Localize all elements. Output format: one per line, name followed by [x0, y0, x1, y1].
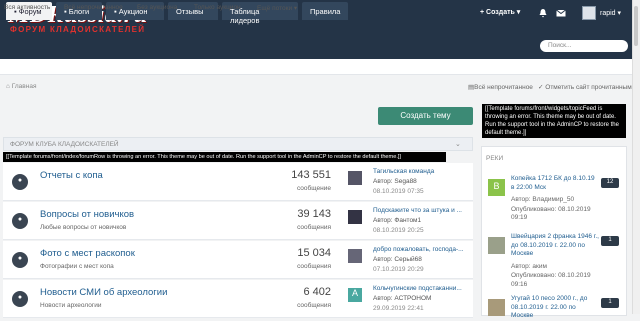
subnav-unread[interactable]: Всё непрочитанное: [64, 4, 123, 11]
tab-rules[interactable]: Правила: [302, 2, 348, 20]
topic-feed-error: [[Template forums/front/widgets/topicFee…: [482, 104, 626, 138]
last-post-thumb[interactable]: [348, 210, 362, 224]
last-post-title[interactable]: Тагильская команда: [373, 168, 468, 175]
envelope-icon[interactable]: [556, 8, 566, 18]
search-input[interactable]: Поиск...: [540, 40, 628, 52]
forum-group-header: ФОРУМ КЛУБА КЛАДОИСКАТЕЛЕЙ: [3, 137, 473, 151]
forum-post-label: сообщение: [296, 185, 331, 192]
last-post-author: Автор: Sega88: [373, 178, 417, 185]
subnav-all-activity[interactable]: Вся активность: [4, 4, 50, 11]
last-post-title[interactable]: добро пожаловать, господа-...: [373, 246, 468, 253]
forum-post-count: 6 402: [303, 286, 331, 298]
forum-chat-icon: ●: [12, 291, 28, 307]
topic-thumb[interactable]: [488, 299, 505, 316]
reply-count-badge: 12: [601, 178, 619, 188]
forum-chat-icon: ●: [12, 213, 28, 229]
last-post-date: 29.09.2019 22:41: [373, 305, 424, 312]
sidebar-topic: B Копейка 1712 БК до 8.10.19 в 22:00 Мск…: [481, 172, 627, 232]
bell-icon[interactable]: [538, 8, 548, 18]
topic-title[interactable]: Копейка 1712 БК до 8.10.19 в 22:00 Мск: [511, 175, 599, 192]
forum-post-count: 15 034: [297, 247, 331, 259]
new-topic-button[interactable]: Создать тему: [378, 107, 473, 125]
subnav-no-auction[interactable]: Без аукциона: [137, 4, 177, 11]
unread-link[interactable]: ▤Всё непрочитанное: [468, 83, 533, 91]
forum-chat-icon: ●: [12, 174, 28, 190]
sub-nav: [0, 59, 632, 75]
site-logo-subtitle: ФОРУМ КЛАДОИСКАТЕЛЕЙ: [10, 25, 146, 34]
last-post-date: 08.10.2019 07:35: [373, 188, 424, 195]
unread-link-label: Всё непрочитанное: [474, 84, 533, 91]
last-post-author: Автор: Серый68: [373, 256, 422, 263]
mark-read-link[interactable]: ✓ Отметить сайт прочитанным: [538, 83, 632, 91]
subnav-more-label: Ещё потоки: [257, 5, 293, 12]
main-nav: [0, 39, 632, 59]
breadcrumb[interactable]: ⌂ Главная: [6, 83, 36, 90]
reply-count-badge: 1: [601, 236, 619, 246]
last-post-author: Автор: АСТРОНОМ: [373, 295, 432, 302]
topic-published: Опубликовано: 08.10.2019: [511, 206, 591, 213]
forum-title[interactable]: Новости СМИ об археологии: [40, 287, 167, 298]
forum-title[interactable]: Фото с мест раскопок: [40, 248, 135, 259]
forum-title[interactable]: Вопросы от новичков: [40, 209, 134, 220]
search-placeholder: Поиск...: [548, 42, 572, 49]
subnav-auction-only[interactable]: Только аукцион: [194, 4, 241, 11]
topic-author: Автор: Владимир_50: [511, 196, 575, 203]
forum-chat-icon: ●: [12, 252, 28, 268]
sidebar-title: РЕКИ: [486, 155, 504, 162]
user-menu[interactable]: rapid ▾: [600, 9, 621, 17]
forum-post-label: сообщения: [297, 263, 331, 270]
topic-time: 09:16: [511, 281, 528, 288]
tab-rules-label: Правила: [310, 7, 341, 16]
username-label: rapid: [600, 10, 616, 17]
breadcrumb-home: Главная: [11, 83, 37, 90]
chevron-down-icon[interactable]: ⌄: [455, 140, 461, 148]
sidebar-topic: Угугай 10 песо 2000 г., до 08.10.2019 г.…: [481, 292, 627, 319]
forum-description: Фотографии с мест копа: [40, 263, 114, 270]
last-post-date: 07.10.2019 20:29: [373, 266, 424, 273]
topic-avatar[interactable]: B: [488, 179, 505, 196]
forum-row-error: [[Template forums/front/index/forumRow i…: [3, 152, 446, 162]
mark-read-label: Отметить сайт прочитанным: [545, 84, 632, 91]
forum-post-count: 143 551: [291, 169, 331, 181]
forum-title[interactable]: Отчеты с копа: [40, 170, 103, 181]
last-post-title[interactable]: Кольчугинские подстаканни...: [373, 285, 468, 292]
topic-time: 09:19: [511, 214, 528, 221]
last-post-thumb[interactable]: [348, 249, 362, 263]
user-avatar[interactable]: [582, 6, 596, 20]
forum-row: ● Новости СМИ об археологии Новости архе…: [3, 280, 473, 318]
topic-title[interactable]: Швейцария 2 франка 1946 г., до 08.10.201…: [511, 233, 599, 259]
topic-thumb[interactable]: [488, 237, 505, 254]
last-post-date: 08.10.2019 20:25: [373, 227, 424, 234]
create-button-label: Создать: [486, 9, 515, 16]
forum-post-label: сообщения: [297, 224, 331, 231]
forum-row: ● Фото с мест раскопок Фотографии с мест…: [3, 241, 473, 279]
sidebar-topic: Швейцария 2 франка 1946 г., до 08.10.201…: [481, 230, 627, 290]
forum-post-count: 39 143: [297, 208, 331, 220]
create-button[interactable]: + Создать ▾: [480, 8, 520, 16]
forum-row: ● Вопросы от новичков Любые вопросы от н…: [3, 202, 473, 240]
topic-title[interactable]: Угугай 10 песо 2000 г., до 08.10.2019 г.…: [511, 295, 599, 321]
last-post-avatar[interactable]: A: [348, 288, 362, 302]
forum-row: ● Отчеты с копа 143 551 сообщение Тагиль…: [3, 163, 473, 201]
scrollbar-thumb[interactable]: [634, 6, 638, 46]
topic-author: Автор: аким: [511, 263, 547, 270]
subnav-more-streams[interactable]: Ещё потоки ▾: [257, 4, 297, 12]
topic-published: Опубликовано: 08.10.2019: [511, 272, 591, 279]
forum-post-label: сообщения: [297, 302, 331, 309]
page-scrollbar[interactable]: [632, 0, 640, 314]
last-post-thumb[interactable]: [348, 171, 362, 185]
forum-description: Новости археологии: [40, 302, 102, 309]
last-post-title[interactable]: Подскажите что за штука и ...: [373, 207, 468, 214]
forum-description: Любые вопросы от новичков: [40, 224, 127, 231]
last-post-author: Автор: Фантом1: [373, 217, 422, 224]
reply-count-badge: 1: [601, 298, 619, 308]
